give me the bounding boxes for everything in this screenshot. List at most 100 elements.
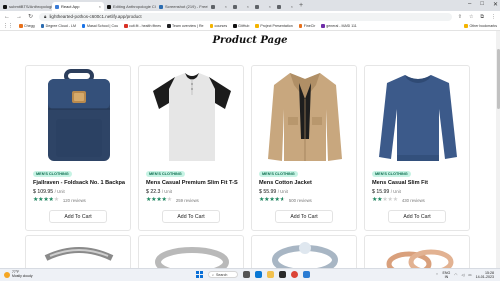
language-indicator[interactable]: ENG IN [443,271,451,279]
product-image[interactable] [252,236,356,268]
vscode-icon[interactable] [303,271,310,278]
weather-widget[interactable]: 77°F Mostly cloudy [4,270,33,278]
add-to-cart-button[interactable]: Add To Cart [275,210,333,223]
product-card[interactable]: MEN'S CLOTHING Fjallraven - Foldsack No. … [25,65,131,231]
browser-tab[interactable]: React App × [52,2,104,11]
forward-icon[interactable]: → [16,14,22,20]
browser-tab[interactable]: × [208,2,230,11]
product-image[interactable] [26,236,130,268]
product-price: $ 22.3 / Unit [146,189,172,195]
category-badge: MEN'S CLOTHING [146,171,185,177]
store-icon[interactable] [279,271,286,278]
share-icon[interactable]: ⇪ [458,14,462,20]
bookmark-item[interactable]: FineCir [298,24,316,28]
page-scrollbar[interactable] [496,31,500,268]
windows-start-icon[interactable] [196,271,203,278]
minimize-icon[interactable]: – [468,1,471,8]
menu-icon[interactable]: ⋮ [491,14,496,20]
tab-close-icon[interactable]: × [247,4,249,9]
product-card[interactable] [25,235,131,268]
browser-tab[interactable]: Editing Anthropologie Clone/R× [104,2,156,11]
browser-tab[interactable]: × [274,2,296,11]
price-value: $ 15.99 [372,189,390,195]
taskbar-search[interactable]: ⌕ Search [208,271,238,278]
search-label: Search [216,272,228,277]
back-icon[interactable]: ← [4,14,10,20]
bookmark-favicon-icon [233,24,237,28]
bookmark-item[interactable]: Chegg [19,24,35,28]
chrome-icon[interactable] [291,271,298,278]
other-bookmarks[interactable]: Other bookmarks [464,24,497,28]
product-card[interactable] [138,235,244,268]
apps-grid-icon[interactable]: ⋮⋮ [3,23,13,29]
product-image[interactable] [365,236,469,268]
bookmark-label: FineCir [303,24,316,28]
browser-tab[interactable]: submitBTS/Anthropologie Cloth× [0,2,52,11]
tray-chevron-icon[interactable]: ⌃ [435,273,438,277]
price-value: $ 55.99 [259,189,277,195]
edge-icon[interactable] [255,271,262,278]
maximize-icon[interactable]: □ [480,1,484,8]
bookmark-item[interactable]: GitHub [233,24,249,28]
category-badge: MEN'S CLOTHING [33,171,72,177]
bookmark-label: Masai School | Cou [86,24,119,28]
bookmark-favicon-icon [255,24,259,28]
add-to-cart-button[interactable]: Add To Cart [49,210,107,223]
product-card[interactable] [364,235,470,268]
file-explorer-icon[interactable] [267,271,274,278]
bookmark-item[interactable]: Masai School | Cou [81,24,119,28]
product-rating: ★★★★★★★★★★259 reviews [146,197,199,203]
reload-icon[interactable]: ↻ [28,13,33,20]
price-unit: / Unit [390,189,401,194]
product-name: Mens Casual Premium Slim Fit T-Shirts [146,180,238,186]
product-card[interactable]: MEN'S CLOTHING Mens Casual Premium Slim F… [138,65,244,231]
product-image[interactable] [264,69,346,165]
battery-icon[interactable]: ▭ [468,273,471,277]
new-tab-button[interactable]: + [299,2,303,9]
star-rating-icon: ★★★★★★★★★★ [259,197,285,203]
product-card[interactable] [251,235,357,268]
star-rating-icon: ★★★★★★★★★★ [146,197,172,203]
bookmark-favicon-icon [40,24,45,28]
product-price: $ 15.99 / Unit [372,189,401,195]
bookmarks-bar: ⋮⋮ Chegg Degree Cloud - LM Masai School | C… [0,22,500,31]
folder-icon [464,24,468,28]
scrollbar-thumb[interactable] [496,49,500,109]
add-to-cart-button[interactable]: Add To Cart [388,210,446,223]
bookmark-item[interactable]: general - MASI 111 [321,24,357,28]
product-image[interactable] [139,236,243,268]
bookmark-item[interactable]: Degree Cloud - LM [40,24,76,28]
bookmark-label: GitHub [238,24,250,28]
tab-close-icon[interactable]: × [225,4,227,9]
bookmark-item[interactable]: Team overview | Re [167,24,204,28]
url-bar[interactable]: 🔒︎ lighthearted-pothos-c600c1.netlify.ap… [39,12,452,21]
bookmark-star-icon[interactable]: ☆ [469,14,473,20]
browser-tab[interactable]: × [252,2,274,11]
bookmark-item[interactable]: cult.fit - health fitnes [124,24,161,28]
bookmark-item[interactable]: courses [209,24,227,28]
close-window-icon[interactable]: ✕ [493,1,498,8]
tab-close-icon[interactable]: × [269,4,271,9]
product-card[interactable]: MEN'S CLOTHING Mens Casual Slim Fit $ 15.9… [364,65,470,231]
product-price: $ 55.99 / Unit [259,189,288,195]
task-view-icon[interactable] [243,271,250,278]
bookmark-item[interactable]: Project Presentation [255,24,293,28]
lock-icon: 🔒︎ [44,14,47,19]
price-unit: / Unit [54,189,65,194]
tab-label: React App [61,4,80,9]
browser-tab[interactable]: Screenshot (219) - FreeImage× [156,2,208,11]
wifi-icon[interactable]: ◠ [454,273,457,277]
browser-tab[interactable]: × [230,2,252,11]
clock[interactable]: 15:28 14-01-2023 [476,271,494,279]
product-image[interactable] [377,69,459,165]
product-image[interactable] [151,69,233,165]
tab-close-icon[interactable]: × [99,4,101,9]
product-image[interactable] [38,69,120,165]
add-to-cart-button[interactable]: Add To Cart [162,210,220,223]
product-name: Mens Casual Slim Fit [372,180,428,186]
extensions-icon[interactable]: ⧉ [480,14,484,20]
tab-close-icon[interactable]: × [291,4,293,9]
volume-icon[interactable]: ◁ [461,273,464,277]
window-controls: – □ ✕ [468,1,498,8]
product-card[interactable]: MEN'S CLOTHING Mens Cotton Jacket $ 55.99 … [251,65,357,231]
